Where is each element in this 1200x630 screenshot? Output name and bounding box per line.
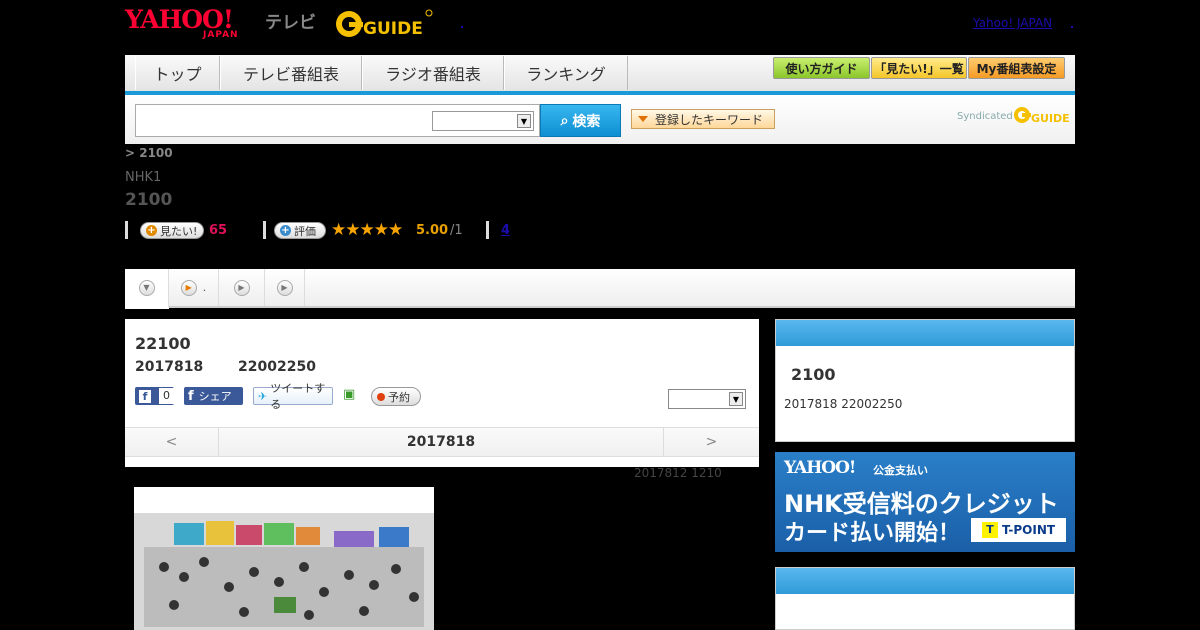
chevron-down-icon: ▼ bbox=[138, 279, 155, 296]
add-calendar-icon[interactable]: ▣ bbox=[343, 387, 359, 403]
program-stats: + 見たい! 65 + 評価 ★★★★★ 5.00 /1 4 bbox=[125, 220, 725, 242]
sidebar-program-title: 2100 bbox=[791, 365, 836, 384]
want-count: 65 bbox=[209, 223, 228, 238]
sidebar-box-2-header bbox=[776, 568, 1074, 594]
tab-top[interactable]: トップ bbox=[135, 56, 220, 90]
facebook-like-button[interactable]: f 0 bbox=[135, 387, 174, 405]
record-dot-icon bbox=[377, 392, 385, 401]
channel-name: NHK1 bbox=[125, 170, 162, 185]
facebook-count: 0 bbox=[159, 388, 174, 404]
search-category-select[interactable]: ▼ bbox=[432, 111, 534, 131]
rating-value: 5.00 bbox=[416, 223, 449, 238]
facebook-share-button[interactable]: f シェア bbox=[184, 387, 243, 405]
play-icon: ▶ bbox=[233, 279, 250, 296]
program-tab-bar: ▼ ▶ . ▶ ▶ bbox=[125, 269, 1075, 309]
header-dot bbox=[1071, 26, 1073, 28]
search-button-label: 検索 bbox=[572, 113, 601, 130]
tweet-button[interactable]: ✈ ツイートする bbox=[253, 382, 333, 411]
registered-keywords-button[interactable]: 登録したキーワード bbox=[631, 109, 775, 129]
broadcast-card: 22100 2017818 22002250 f 0 f シェア ✈ ツイートす… bbox=[125, 319, 759, 467]
guide-button[interactable]: 使い方ガイド bbox=[773, 57, 870, 79]
syndicated-label: Syndicated bbox=[957, 111, 1013, 122]
yahoo-japan-text: JAPAN bbox=[203, 30, 239, 40]
gguide-logo-text: GUIDE bbox=[363, 19, 423, 39]
next-date-button[interactable]: > bbox=[663, 428, 759, 456]
program-title: 2100 bbox=[125, 190, 173, 210]
tab-play-2[interactable]: ▶ bbox=[219, 269, 265, 306]
header-dot bbox=[461, 26, 463, 28]
banner-headline-2: カード払い開始！ bbox=[784, 521, 961, 546]
twitter-bird-icon: ✈ bbox=[258, 389, 268, 403]
date-navigation: < 2017818 > bbox=[125, 427, 759, 457]
banner-subtitle: 公金支払い bbox=[873, 464, 928, 477]
sidebar-program-datetime: 2017818 22002250 bbox=[784, 397, 903, 411]
play-icon: ▶ bbox=[180, 279, 197, 296]
tab-dot: . bbox=[202, 281, 207, 294]
plus-icon: + bbox=[280, 225, 291, 236]
sidebar-box-2 bbox=[775, 567, 1075, 630]
tab-detail[interactable]: ▼ bbox=[125, 269, 169, 309]
search-icon: ⌕ bbox=[560, 112, 569, 129]
chevron-down-icon: ▼ bbox=[517, 114, 531, 128]
banner-yahoo-logo: YAHOO! bbox=[784, 458, 856, 478]
facebook-icon: f bbox=[139, 389, 152, 403]
program-photo bbox=[134, 487, 434, 630]
want-button-label: 見たい! bbox=[160, 224, 198, 238]
breadcrumb[interactable]: > 2100 bbox=[125, 146, 173, 160]
rate-button[interactable]: + 評価 bbox=[274, 222, 326, 239]
divider bbox=[263, 221, 266, 239]
current-date: 2017818 bbox=[406, 434, 476, 450]
reserve-recording-button[interactable]: 予約 bbox=[371, 387, 421, 406]
tab-play-3[interactable]: ▶ bbox=[265, 269, 305, 306]
broadcast-time: 22002250 bbox=[238, 359, 316, 375]
tab-radio-listings[interactable]: ラジオ番組表 bbox=[362, 56, 504, 90]
rating-count: /1 bbox=[450, 223, 463, 238]
want-button[interactable]: + 見たい! bbox=[140, 222, 204, 239]
banner-headline-1: NHK受信料のクレジット bbox=[784, 490, 1059, 518]
chevron-down-icon: ▼ bbox=[729, 392, 743, 406]
yahoo-japan-link[interactable]: Yahoo! JAPAN bbox=[973, 16, 1052, 30]
triangle-down-icon bbox=[638, 116, 648, 122]
tab-ranking[interactable]: ランキング bbox=[504, 56, 628, 90]
search-button[interactable]: ⌕ 検索 bbox=[540, 104, 621, 137]
registered-keywords-label: 登録したキーワード bbox=[655, 112, 764, 127]
facebook-share-label: シェア bbox=[198, 390, 232, 403]
divider bbox=[486, 221, 489, 239]
tpoint-icon: T bbox=[981, 522, 998, 538]
my-schedule-button[interactable]: My番組表設定 bbox=[968, 57, 1065, 79]
tab-play-1[interactable]: ▶ . bbox=[169, 269, 219, 306]
want-list-button[interactable]: 「見たい!」一覧 bbox=[871, 57, 967, 79]
gguide-small-logo: GUIDE bbox=[1014, 107, 1069, 125]
last-updated: 2017812 1210 bbox=[634, 466, 722, 480]
broadcast-title: 22100 bbox=[135, 334, 191, 353]
tweet-label: ツイートする bbox=[270, 382, 326, 411]
tpoint-label: T-POINT bbox=[1001, 523, 1056, 537]
divider bbox=[125, 221, 128, 239]
tv-label: テレビ bbox=[265, 13, 316, 33]
broadcast-date: 2017818 bbox=[135, 359, 204, 375]
gguide-logo[interactable]: GUIDE bbox=[335, 8, 433, 40]
facebook-icon: f bbox=[188, 388, 194, 404]
tab-tv-listings[interactable]: テレビ番組表 bbox=[220, 56, 362, 90]
rating-stars: ★★★★★ bbox=[331, 220, 403, 240]
review-count-link[interactable]: 4 bbox=[501, 223, 510, 238]
rate-button-label: 評価 bbox=[294, 224, 316, 238]
gguide-small-logo-text: GUIDE bbox=[1031, 112, 1069, 125]
nhk-payment-banner[interactable]: YAHOO! 公金支払い NHK受信料のクレジット カード払い開始！ T T-P… bbox=[775, 452, 1075, 552]
sidebar-broadcast-box: 2100 2017818 22002250 bbox=[775, 319, 1075, 442]
play-icon: ▶ bbox=[276, 279, 293, 296]
sidebar-box-header bbox=[776, 320, 1074, 346]
main-nav: トップ テレビ番組表 ラジオ番組表 ランキング 使い方ガイド 「見たい!」一覧 … bbox=[125, 55, 1075, 95]
plus-icon: + bbox=[146, 225, 157, 236]
broadcast-select[interactable]: ▼ bbox=[668, 389, 746, 409]
tpoint-badge: T T-POINT bbox=[971, 518, 1066, 542]
prev-date-button[interactable]: < bbox=[125, 428, 219, 456]
yahoo-logo[interactable]: YAHOO! JAPAN bbox=[125, 6, 238, 41]
reserve-label: 予約 bbox=[388, 390, 410, 404]
search-bar: ▼ ⌕ 検索 登録したキーワード Syndicated GUIDE bbox=[125, 95, 1075, 144]
